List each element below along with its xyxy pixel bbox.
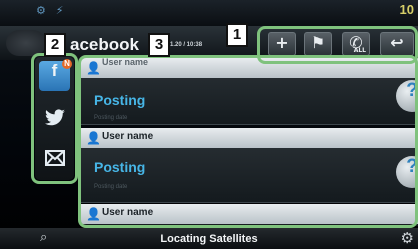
callout-number: 1	[226, 23, 248, 47]
status-clock: 10	[399, 2, 414, 17]
callout-number: 2	[44, 33, 66, 57]
timestamp: 1.20 / 10:38	[170, 42, 203, 48]
callout-frame-sidebar	[31, 53, 78, 184]
gear-icon[interactable]: ⚙	[401, 229, 414, 247]
page-title: acebook	[70, 35, 139, 54]
callout-frame-list	[78, 55, 418, 228]
status-icons: ⚙ ⚡	[36, 4, 67, 17]
gps-status: Locating Satellites	[160, 233, 258, 245]
screen: ⚙ ⚡ 10 acebook 1.20 / 10:38 + ⚑ ✆ ALL ↩ f…	[0, 0, 418, 249]
callout-number: 3	[148, 33, 170, 57]
status-bar: ⚙ ⚡ 10	[0, 0, 418, 26]
